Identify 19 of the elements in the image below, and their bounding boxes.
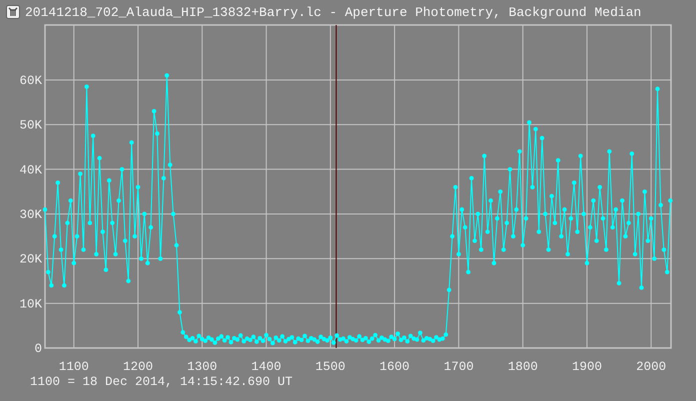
x-axis-tick-label: 1600 <box>380 360 410 370</box>
y-axis-tick-label: 30K <box>19 208 42 222</box>
x-axis-tick-label: 1300 <box>187 360 218 370</box>
x-axis-tick-label: 1700 <box>444 360 474 370</box>
x-axis-tick-label: 1200 <box>123 360 153 370</box>
y-axis-tick-label: 10K <box>19 297 42 312</box>
y-axis-tick-label: 0 <box>34 342 42 356</box>
time-reference-label: 1100 = 18 Dec 2014, 14:15:42.690 UT <box>30 375 293 389</box>
x-axis-tick-label: 2000 <box>636 360 666 370</box>
y-axis-tick-label: 40K <box>19 163 42 178</box>
window-title: 20141218_702_Alauda_HIP_13832+Barry.lc - Aperture Photometry, Background Median <box>25 4 642 20</box>
y-axis-tick-label: 60K <box>19 74 42 88</box>
x-axis-tick-label: 1500 <box>315 360 346 370</box>
x-axis-tick-label: 1800 <box>508 360 538 370</box>
x-axis-tick-label: 1900 <box>572 360 602 370</box>
y-axis-tick-label: 20K <box>19 252 42 267</box>
x-axis-tick-label: 1400 <box>251 360 282 370</box>
x-axis-tick-label: 1100 <box>58 360 89 370</box>
y-axis-tick-label: 50K <box>19 118 42 133</box>
